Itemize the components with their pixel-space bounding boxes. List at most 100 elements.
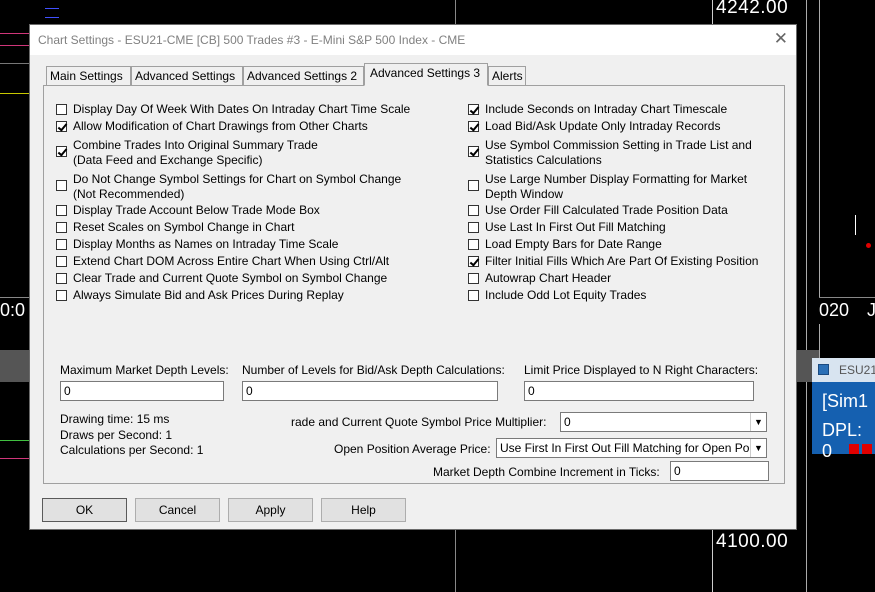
avg-price-select[interactable]: Use First In First Out Fill Matching for… bbox=[496, 438, 767, 458]
time-axis-label: 020 bbox=[819, 300, 850, 320]
chevron-down-icon[interactable]: ▼ bbox=[750, 439, 766, 457]
time-axis-label: 0:0 bbox=[0, 300, 26, 320]
checkbox-label: Do Not Change Symbol Settings for Chart … bbox=[73, 172, 402, 186]
side-window[interactable]: ESU21 [Sim1 DPL: 0 bbox=[812, 358, 875, 592]
checkbox-simulate-bid-ask[interactable] bbox=[56, 290, 67, 301]
trade-account: [Sim1 bbox=[822, 391, 869, 411]
price-line bbox=[0, 45, 29, 46]
checkbox-months-as-names[interactable] bbox=[56, 239, 67, 250]
checkbox-label-line2: (Not Recommended) bbox=[73, 187, 185, 201]
dialog-titlebar[interactable]: Chart Settings - ESU21-CME [CB] 500 Trad… bbox=[30, 25, 796, 55]
tab-main-settings[interactable]: Main Settings bbox=[46, 66, 131, 85]
ok-button[interactable]: OK bbox=[42, 498, 127, 522]
checkbox-label-line2: Depth Window bbox=[485, 187, 564, 201]
avg-price-value: Use First In First Out Fill Matching for… bbox=[500, 441, 750, 455]
price-bar bbox=[855, 215, 856, 235]
checkbox-label: Load Bid/Ask Update Only Intraday Record… bbox=[485, 119, 721, 133]
checkbox-label: Filter Initial Fills Which Are Part Of E… bbox=[485, 254, 759, 268]
tab-advanced-settings-3[interactable]: Advanced Settings 3 bbox=[364, 63, 488, 86]
status-block bbox=[862, 444, 872, 454]
checkbox-label: Use Last In First Out Fill Matching bbox=[485, 220, 666, 234]
checkbox-label: Display Trade Account Below Trade Mode B… bbox=[73, 203, 320, 217]
tab-advanced-settings-2[interactable]: Advanced Settings 2 bbox=[243, 66, 364, 85]
window-icon bbox=[818, 364, 829, 375]
checkbox-display-trade-account[interactable] bbox=[56, 205, 67, 216]
checkbox-extend-chart-dom[interactable] bbox=[56, 256, 67, 267]
checkbox-allow-drawing-modification[interactable] bbox=[56, 121, 67, 132]
checkbox-combine-trades[interactable] bbox=[56, 146, 67, 157]
time-axis-left: 0:0 bbox=[0, 297, 29, 324]
tab-label: Advanced Settings 2 bbox=[247, 69, 358, 83]
checkbox-large-number-formatting[interactable] bbox=[468, 180, 479, 191]
max-depth-input[interactable]: 0 bbox=[60, 381, 224, 401]
checkbox-label: Use Symbol Commission Setting in Trade L… bbox=[485, 138, 752, 152]
price-line bbox=[0, 33, 29, 34]
limit-price-label: Limit Price Displayed to N Right Charact… bbox=[524, 363, 759, 377]
checkbox-label: Use Large Number Display Formatting for … bbox=[485, 172, 748, 186]
checkbox-label: Reset Scales on Symbol Change in Chart bbox=[73, 220, 295, 234]
help-button[interactable]: Help bbox=[321, 498, 406, 522]
tab-label: Advanced Settings bbox=[135, 69, 236, 83]
checkbox-reset-scales[interactable] bbox=[56, 222, 67, 233]
multiplier-label: rade and Current Quote Symbol Price Mult… bbox=[291, 415, 547, 429]
checkbox-label: Display Day Of Week With Dates On Intrad… bbox=[73, 102, 411, 116]
checkbox-load-bid-ask-update[interactable] bbox=[468, 121, 479, 132]
apply-button[interactable]: Apply bbox=[228, 498, 313, 522]
checkbox-label-line2: Statistics Calculations bbox=[485, 153, 602, 167]
checkbox-autowrap-header[interactable] bbox=[468, 273, 479, 284]
close-icon[interactable]: ✕ bbox=[774, 29, 788, 49]
chart-gridline bbox=[455, 530, 456, 592]
price-line bbox=[0, 63, 29, 64]
checkbox-label: Extend Chart DOM Across Entire Chart Whe… bbox=[73, 254, 390, 268]
multiplier-select[interactable]: 0 ▼ bbox=[560, 412, 767, 432]
checkbox-do-not-change-symbol-settings[interactable] bbox=[56, 180, 67, 191]
bid-ask-levels-label: Number of Levels for Bid/Ask Depth Calcu… bbox=[242, 363, 505, 377]
price-marker bbox=[866, 243, 871, 248]
time-axis-label: J bbox=[867, 300, 875, 320]
multiplier-value: 0 bbox=[564, 415, 571, 429]
checkbox-label: Use Order Fill Calculated Trade Position… bbox=[485, 203, 728, 217]
checkbox-label: Autowrap Chart Header bbox=[485, 271, 612, 285]
checkbox-label-line2: (Data Feed and Exchange Specific) bbox=[73, 153, 263, 167]
price-axis-border bbox=[712, 0, 713, 24]
tab-label: Alerts bbox=[492, 69, 523, 83]
bid-ask-levels-input[interactable]: 0 bbox=[242, 381, 498, 401]
price-line bbox=[0, 93, 29, 94]
checkbox-symbol-commission[interactable] bbox=[468, 146, 479, 157]
status-block bbox=[849, 444, 859, 454]
price-axis-label-bottom: 4100.00 bbox=[716, 531, 789, 552]
checkbox-filter-initial-fills[interactable] bbox=[468, 256, 479, 267]
price-axis-border bbox=[712, 530, 713, 592]
price-line bbox=[0, 440, 29, 441]
checkbox-order-fill-position-data[interactable] bbox=[468, 205, 479, 216]
cancel-button[interactable]: Cancel bbox=[135, 498, 220, 522]
tab-label: Main Settings bbox=[50, 69, 123, 83]
tab-advanced-settings[interactable]: Advanced Settings bbox=[131, 66, 243, 85]
chevron-down-icon[interactable]: ▼ bbox=[750, 413, 766, 431]
chart-gridline bbox=[455, 0, 456, 24]
tab-alerts[interactable]: Alerts bbox=[488, 66, 526, 85]
side-window-titlebar[interactable]: ESU21 bbox=[812, 358, 875, 382]
limit-price-input[interactable]: 0 bbox=[524, 381, 754, 401]
dialog-title: Chart Settings - ESU21-CME [CB] 500 Trad… bbox=[38, 33, 466, 47]
calculations-per-second: Calculations per Second: 1 bbox=[60, 443, 204, 457]
max-depth-label: Maximum Market Depth Levels: bbox=[60, 363, 229, 377]
draws-per-second: Draws per Second: 1 bbox=[60, 428, 173, 442]
checkbox-label: Load Empty Bars for Date Range bbox=[485, 237, 662, 251]
tab-label: Advanced Settings 3 bbox=[370, 66, 481, 80]
checkbox-label: Always Simulate Bid and Ask Prices Durin… bbox=[73, 288, 344, 302]
checkbox-load-empty-bars[interactable] bbox=[468, 239, 479, 250]
checkbox-odd-lot-trades[interactable] bbox=[468, 290, 479, 301]
checkbox-day-of-week[interactable] bbox=[56, 104, 67, 115]
checkbox-clear-trade-symbol[interactable] bbox=[56, 273, 67, 284]
window-strip bbox=[0, 350, 29, 382]
checkbox-include-seconds[interactable] bbox=[468, 104, 479, 115]
checkbox-label: Include Odd Lot Equity Trades bbox=[485, 288, 647, 302]
price-line bbox=[45, 8, 59, 9]
price-axis-label-top: 4242.00 bbox=[716, 0, 789, 18]
depth-increment-input[interactable]: 0 bbox=[670, 461, 769, 481]
window-divider bbox=[806, 0, 807, 592]
price-line bbox=[45, 17, 59, 18]
checkbox-lifo-fill-matching[interactable] bbox=[468, 222, 479, 233]
price-line bbox=[0, 458, 29, 459]
